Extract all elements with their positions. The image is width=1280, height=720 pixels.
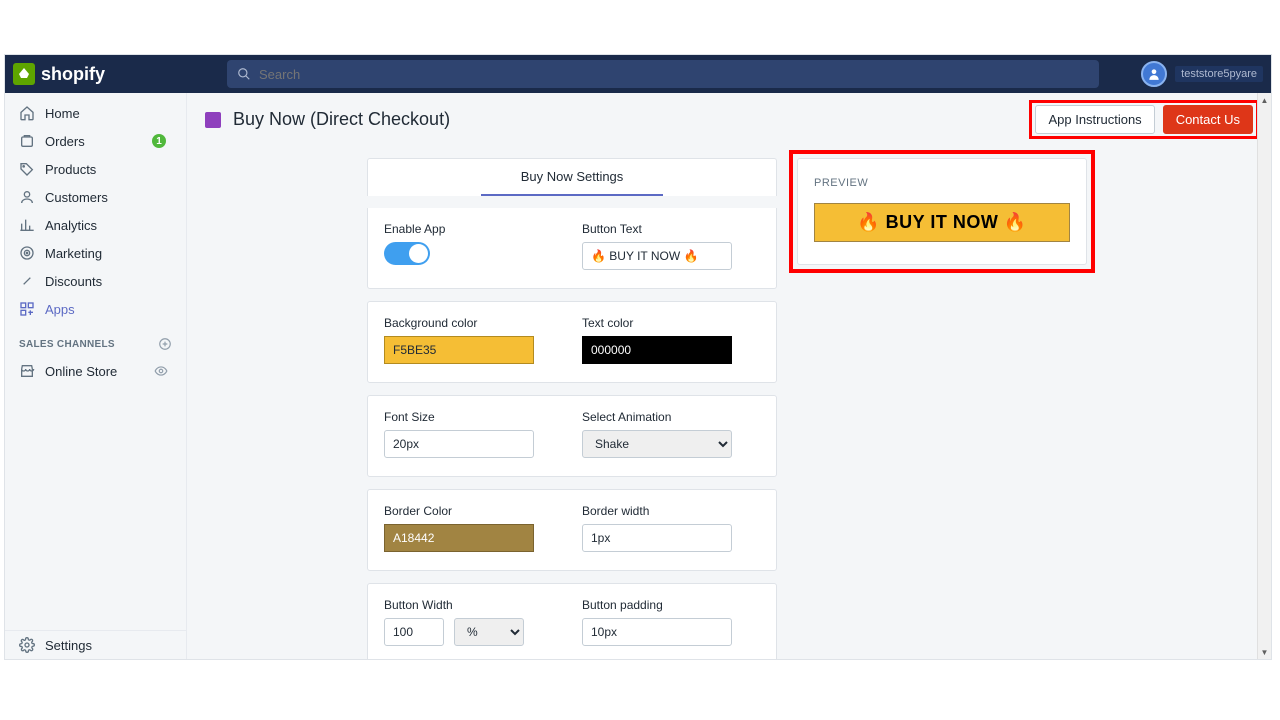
sidebar-item-apps[interactable]: Apps (5, 295, 186, 323)
home-icon (19, 105, 35, 121)
search-icon (237, 67, 251, 81)
card-enable: Enable App Button Text (367, 208, 777, 289)
button-text-label: Button Text (582, 222, 760, 236)
scroll-down-icon[interactable]: ▼ (1258, 645, 1271, 659)
card-font: Font Size Select Animation Shake (367, 395, 777, 477)
textcolor-label: Text color (582, 316, 760, 330)
contact-us-button[interactable]: Contact Us (1163, 105, 1253, 134)
sidebar-item-label: Home (45, 106, 80, 121)
discounts-icon (19, 273, 35, 289)
logo[interactable]: shopify (13, 63, 105, 85)
button-text-input[interactable] (582, 242, 732, 270)
channel-label: Online Store (45, 364, 117, 379)
username: teststore5pyare (1175, 66, 1263, 82)
sidebar-item-label: Apps (45, 302, 75, 317)
sidebar-item-analytics[interactable]: Analytics (5, 211, 186, 239)
bordercolor-input[interactable] (384, 524, 534, 552)
buttonwidth-input[interactable] (384, 618, 444, 646)
apps-icon (19, 301, 35, 317)
app-instructions-button[interactable]: App Instructions (1035, 105, 1154, 134)
scroll-up-icon[interactable]: ▲ (1258, 93, 1271, 107)
sidebar-item-label: Discounts (45, 274, 102, 289)
bgcolor-input[interactable] (384, 336, 534, 364)
sidebar-item-home[interactable]: Home (5, 99, 186, 127)
main-content: Buy Now (Direct Checkout) App Instructio… (187, 93, 1271, 659)
channel-online-store[interactable]: Online Store (5, 357, 186, 385)
card-width: Button Width % Button padding (367, 583, 777, 659)
enable-app-toggle[interactable] (384, 242, 430, 265)
tab-bar: Buy Now Settings (367, 158, 777, 196)
orders-badge: 1 (152, 134, 166, 148)
sidebar-item-label: Products (45, 162, 96, 177)
bordercolor-label: Border Color (384, 504, 562, 518)
app-icon (205, 112, 221, 128)
animation-select[interactable]: Shake (582, 430, 732, 458)
borderwidth-label: Border width (582, 504, 760, 518)
buttonwidth-label: Button Width (384, 598, 562, 612)
store-icon (19, 363, 35, 379)
view-store-icon[interactable] (154, 364, 168, 378)
bgcolor-label: Background color (384, 316, 562, 330)
shopify-bag-icon (13, 63, 35, 85)
buttonwidth-unit-select[interactable]: % (454, 618, 524, 646)
card-border: Border Color Border width (367, 489, 777, 571)
fontsize-input[interactable] (384, 430, 534, 458)
brand-name: shopify (41, 64, 105, 85)
sidebar-item-label: Customers (45, 190, 108, 205)
channels-header: SALES CHANNELS (5, 323, 186, 357)
gear-icon (19, 637, 35, 653)
search-input[interactable] (259, 67, 1089, 82)
customers-icon (19, 189, 35, 205)
padding-label: Button padding (582, 598, 760, 612)
scrollbar[interactable]: ▲ ▼ (1257, 93, 1271, 659)
sidebar-item-settings[interactable]: Settings (5, 631, 186, 659)
products-icon (19, 161, 35, 177)
add-channel-icon[interactable] (158, 337, 172, 351)
fontsize-label: Font Size (384, 410, 562, 424)
sidebar-item-discounts[interactable]: Discounts (5, 267, 186, 295)
tab-buy-now-settings[interactable]: Buy Now Settings (481, 159, 664, 196)
sidebar-item-products[interactable]: Products (5, 155, 186, 183)
padding-input[interactable] (582, 618, 732, 646)
topbar: shopify teststore5pyare (5, 55, 1271, 93)
textcolor-input[interactable] (582, 336, 732, 364)
borderwidth-input[interactable] (582, 524, 732, 552)
sidebar-item-label: Marketing (45, 246, 102, 261)
sidebar-item-label: Orders (45, 134, 85, 149)
search-box[interactable] (227, 60, 1099, 88)
marketing-icon (19, 245, 35, 261)
sidebar-item-marketing[interactable]: Marketing (5, 239, 186, 267)
enable-app-label: Enable App (384, 222, 562, 236)
analytics-icon (19, 217, 35, 233)
highlight-preview (789, 150, 1095, 273)
sidebar-item-label: Analytics (45, 218, 97, 233)
page-title: Buy Now (Direct Checkout) (233, 109, 450, 130)
card-colors: Background color Text color (367, 301, 777, 383)
orders-icon (19, 133, 35, 149)
sidebar-item-customers[interactable]: Customers (5, 183, 186, 211)
sidebar: Home Orders 1 Products Customers Analyti… (5, 93, 187, 659)
user-icon (1147, 67, 1161, 81)
sidebar-item-orders[interactable]: Orders 1 (5, 127, 186, 155)
sidebar-item-label: Settings (45, 638, 92, 653)
avatar[interactable] (1141, 61, 1167, 87)
animation-label: Select Animation (582, 410, 760, 424)
